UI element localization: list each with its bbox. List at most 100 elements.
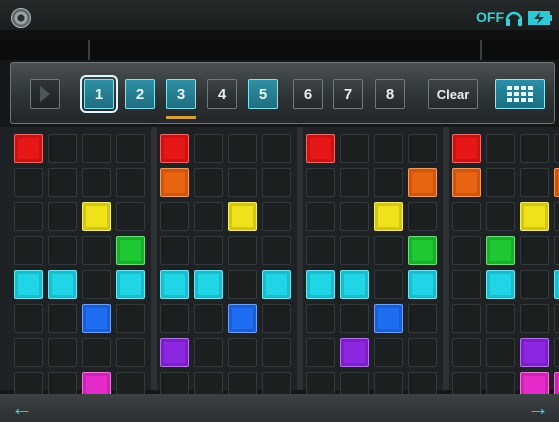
step-cell[interactable]: [14, 270, 43, 299]
step-cell[interactable]: [486, 338, 515, 367]
step-cell[interactable]: [194, 270, 223, 299]
step-cell[interactable]: [554, 338, 559, 367]
step-cell[interactable]: [408, 236, 437, 265]
play-button[interactable]: [30, 79, 60, 109]
step-cell[interactable]: [194, 202, 223, 231]
step-cell[interactable]: [14, 134, 43, 163]
step-cell[interactable]: [486, 270, 515, 299]
step-cell[interactable]: [452, 236, 481, 265]
step-cell[interactable]: [160, 134, 189, 163]
step-cell[interactable]: [194, 304, 223, 333]
step-cell[interactable]: [14, 202, 43, 231]
step-cell[interactable]: [486, 236, 515, 265]
step-cell[interactable]: [48, 304, 77, 333]
step-cell[interactable]: [116, 236, 145, 265]
step-cell[interactable]: [82, 236, 111, 265]
step-cell[interactable]: [340, 202, 369, 231]
step-cell[interactable]: [340, 270, 369, 299]
step-cell[interactable]: [14, 168, 43, 197]
step-cell[interactable]: [82, 202, 111, 231]
step-cell[interactable]: [262, 338, 291, 367]
pattern-button-5[interactable]: 5: [248, 79, 278, 109]
step-cell[interactable]: [48, 236, 77, 265]
step-cell[interactable]: [14, 236, 43, 265]
step-cell[interactable]: [48, 270, 77, 299]
step-cell[interactable]: [340, 304, 369, 333]
step-cell[interactable]: [14, 338, 43, 367]
step-cell[interactable]: [228, 304, 257, 333]
step-cell[interactable]: [554, 134, 559, 163]
step-cell[interactable]: [116, 202, 145, 231]
step-cell[interactable]: [340, 134, 369, 163]
step-cell[interactable]: [340, 168, 369, 197]
step-cell[interactable]: [228, 236, 257, 265]
step-cell[interactable]: [116, 304, 145, 333]
step-cell[interactable]: [486, 202, 515, 231]
step-cell[interactable]: [452, 338, 481, 367]
step-cell[interactable]: [48, 202, 77, 231]
arrow-right-icon[interactable]: →: [524, 396, 552, 420]
step-cell[interactable]: [554, 270, 559, 299]
pattern-button-2[interactable]: 2: [125, 79, 155, 109]
step-cell[interactable]: [48, 168, 77, 197]
step-cell[interactable]: [520, 202, 549, 231]
pattern-button-4[interactable]: 4: [207, 79, 237, 109]
step-cell[interactable]: [116, 270, 145, 299]
step-cell[interactable]: [48, 134, 77, 163]
arrow-left-icon[interactable]: ←: [8, 396, 36, 420]
step-cell[interactable]: [48, 338, 77, 367]
pattern-button-7[interactable]: 7: [333, 79, 363, 109]
step-cell[interactable]: [116, 168, 145, 197]
step-cell[interactable]: [408, 202, 437, 231]
step-cell[interactable]: [554, 168, 559, 197]
step-cell[interactable]: [194, 168, 223, 197]
step-cell[interactable]: [452, 168, 481, 197]
step-cell[interactable]: [374, 338, 403, 367]
step-cell[interactable]: [228, 168, 257, 197]
step-cell[interactable]: [262, 168, 291, 197]
step-cell[interactable]: [194, 338, 223, 367]
step-cell[interactable]: [374, 134, 403, 163]
step-cell[interactable]: [82, 134, 111, 163]
step-cell[interactable]: [486, 304, 515, 333]
step-cell[interactable]: [408, 270, 437, 299]
step-cell[interactable]: [340, 338, 369, 367]
step-cell[interactable]: [452, 270, 481, 299]
step-cell[interactable]: [452, 134, 481, 163]
step-cell[interactable]: [82, 168, 111, 197]
step-cell[interactable]: [160, 236, 189, 265]
step-cell[interactable]: [340, 236, 369, 265]
step-cell[interactable]: [262, 304, 291, 333]
step-cell[interactable]: [160, 168, 189, 197]
step-cell[interactable]: [452, 304, 481, 333]
step-cell[interactable]: [160, 270, 189, 299]
step-cell[interactable]: [160, 338, 189, 367]
step-cell[interactable]: [554, 202, 559, 231]
step-cell[interactable]: [228, 270, 257, 299]
step-cell[interactable]: [82, 270, 111, 299]
step-cell[interactable]: [262, 270, 291, 299]
step-cell[interactable]: [228, 134, 257, 163]
step-cell[interactable]: [116, 338, 145, 367]
step-cell[interactable]: [520, 168, 549, 197]
clear-button[interactable]: Clear: [428, 79, 478, 109]
step-cell[interactable]: [408, 134, 437, 163]
step-cell[interactable]: [194, 134, 223, 163]
step-cell[interactable]: [306, 236, 335, 265]
step-cell[interactable]: [520, 236, 549, 265]
step-cell[interactable]: [520, 304, 549, 333]
pattern-button-6[interactable]: 6: [293, 79, 323, 109]
step-cell[interactable]: [306, 202, 335, 231]
step-cell[interactable]: [408, 338, 437, 367]
pattern-button-8[interactable]: 8: [375, 79, 405, 109]
step-cell[interactable]: [228, 338, 257, 367]
power-status[interactable]: OFF: [476, 9, 504, 25]
step-cell[interactable]: [82, 338, 111, 367]
step-cell[interactable]: [452, 202, 481, 231]
step-cell[interactable]: [306, 168, 335, 197]
step-cell[interactable]: [374, 304, 403, 333]
step-cell[interactable]: [14, 304, 43, 333]
pattern-button-3[interactable]: 3: [166, 79, 196, 109]
step-cell[interactable]: [408, 168, 437, 197]
step-cell[interactable]: [262, 236, 291, 265]
